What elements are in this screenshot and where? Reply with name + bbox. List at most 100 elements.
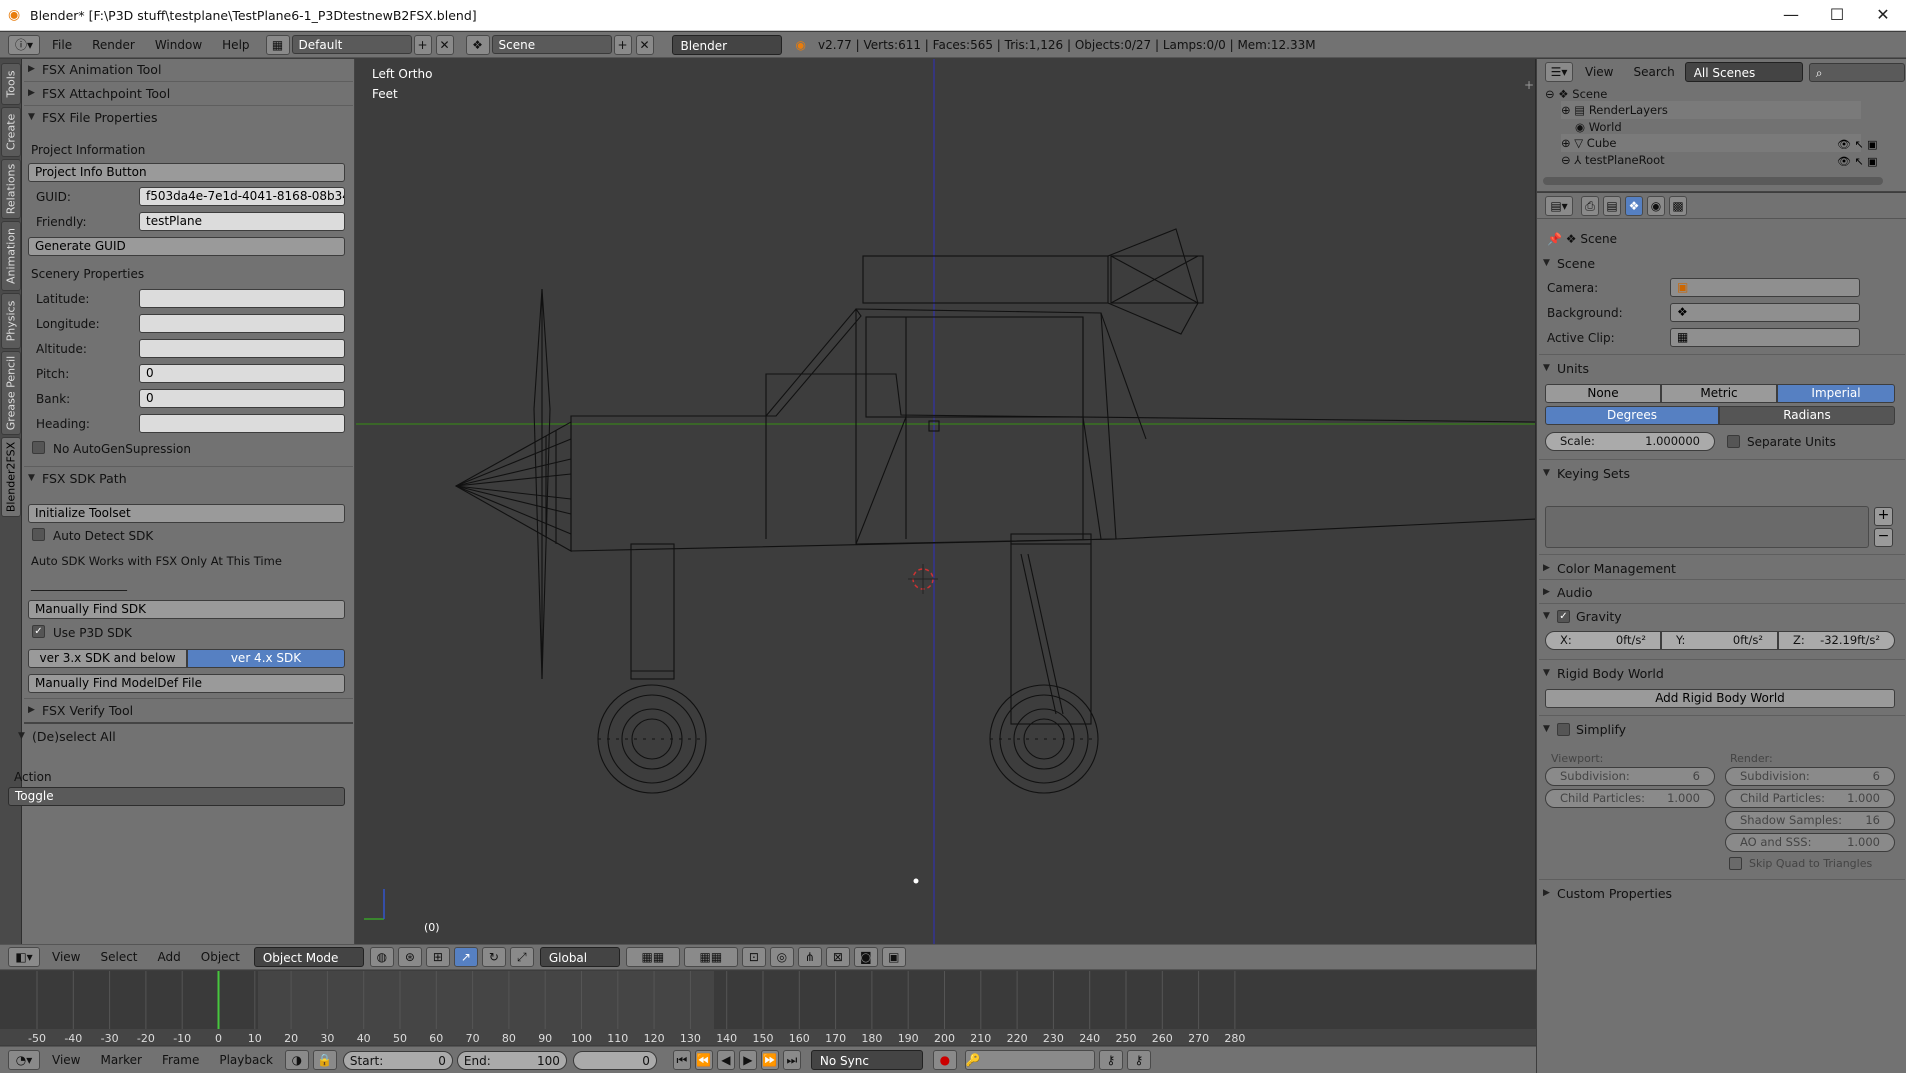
render-engine-dropdown[interactable]: Blender Render [671,34,782,73]
shadow-samples-field[interactable]: Shadow Samples: 16 [1725,811,1895,830]
remove-keying-set-button[interactable]: − [1874,528,1893,547]
menu-view-outliner[interactable]: View [1575,65,1623,79]
gravity-checkbox[interactable]: ✓ [1557,609,1570,623]
timeline[interactable]: -50 -40 -30 -20 -10 0 10 20 30 40 50 60 70 80 90 100 110… [0,971,1536,1045]
add-keying-set-button[interactable]: + [1874,507,1893,526]
layers-grid-b-icon[interactable]: ▦▦ [683,947,738,967]
preview-range-icon[interactable]: ◑ [284,1050,309,1070]
play-icon[interactable]: ▶ [738,1050,757,1070]
editor-type-info-icon[interactable]: ⓘ▾ [8,34,40,55]
add-scene-icon[interactable]: + [613,34,632,55]
tab-grease-pencil[interactable]: Grease Pencil [1,351,21,435]
snap-target-icon[interactable]: ⊠ [825,947,850,967]
camera-field[interactable]: ▣ [1670,278,1860,297]
pin-icon[interactable]: 📌 [1547,232,1562,246]
panel-fsx-verify-tool[interactable]: ▶ FSX Verify Tool [28,700,133,720]
orientation-dropdown[interactable]: Global [539,947,620,967]
manually-find-modeldef-button[interactable]: Manually Find ModelDef File [28,674,345,693]
skip-quad-checkbox[interactable] [1729,857,1742,870]
editor-type-outliner-icon[interactable]: ☰▾ [1545,62,1573,82]
unit-metric-toggle[interactable]: Metric [1661,384,1777,403]
menu-marker[interactable]: Marker [90,1053,151,1067]
display-mode-dropdown[interactable]: All Scenes [1684,62,1803,82]
longitude-field[interactable] [139,314,345,333]
bank-field[interactable]: 0 [139,389,345,408]
degrees-toggle[interactable]: Degrees [1545,406,1719,425]
3d-viewport[interactable]: Left Ortho Feet (0) + [356,59,1536,944]
lock-icon[interactable]: 🔒 [312,1050,337,1070]
menu-view[interactable]: View [42,950,90,964]
start-frame-field[interactable]: Start: 0 [342,1050,453,1070]
close-button[interactable]: ✕ [1860,0,1906,31]
add-layout-icon[interactable]: + [413,34,432,55]
no-autogen-checkbox[interactable] [32,441,45,454]
sdk-ver4-toggle[interactable]: ver 4.x SDK [187,649,345,668]
render-opengl-icon[interactable]: ◙ [853,947,878,967]
end-frame-field[interactable]: End: 100 [456,1050,567,1070]
gravity-y-field[interactable]: Y: 0ft/s² [1661,631,1778,650]
guid-field[interactable]: f503da4e-7e1d-4041-8168-08b340f... [139,187,345,206]
jump-keyframe-forward-icon[interactable]: ⏩ [760,1050,779,1070]
jump-keyframe-back-icon[interactable]: ⏪ [694,1050,713,1070]
editor-type-timeline-icon[interactable]: ◔▾ [8,1050,40,1070]
snap-icon[interactable]: ⋔ [797,947,822,967]
altitude-field[interactable] [139,339,345,358]
texture-tab-icon[interactable]: ▩ [1669,195,1687,216]
play-reverse-icon[interactable]: ◀ [716,1050,735,1070]
pivot-point-icon[interactable]: ⊛ [397,947,422,967]
outliner-row-renderlayers[interactable]: ⊕ ▤ RenderLayers [1561,101,1861,119]
render-tab-icon[interactable]: ⎙ [1581,195,1599,216]
delete-keyframe-icon[interactable]: ⚷ [1126,1050,1151,1070]
panel-scene[interactable]: ▼ Scene [1543,253,1595,273]
scene-field[interactable]: Scene [491,35,612,54]
menu-search[interactable]: Search [1623,65,1684,79]
tab-animation[interactable]: Animation [1,221,21,291]
use-p3d-sdk-checkbox[interactable]: ✓ [32,625,45,638]
active-clip-field[interactable]: ▦ [1670,328,1860,347]
tab-tools[interactable]: Tools [1,63,21,105]
visibility-eye-icon[interactable]: 👁 ↖ ▣ [1837,138,1878,151]
action-dropdown[interactable]: Toggle [8,787,345,806]
render-child-particles-field[interactable]: Child Particles: 1.000 [1725,789,1895,808]
panel-rigid-body-world[interactable]: ▼ Rigid Body World [1543,663,1664,683]
operator-deselect-all-panel[interactable]: ▼ (De)select All [18,726,116,746]
panel-fsx-attachpoint-tool[interactable]: ▶ FSX Attachpoint Tool [28,83,170,103]
viewport-child-particles-field[interactable]: Child Particles: 1.000 [1545,789,1715,808]
sdk-ver3-toggle[interactable]: ver 3.x SDK and below [28,649,187,668]
proportional-edit-icon[interactable]: ◎ [769,947,794,967]
insert-keyframe-icon[interactable]: ⚷ [1098,1050,1123,1070]
menu-window[interactable]: Window [145,38,212,52]
editor-type-properties-icon[interactable]: ▤▾ [1545,195,1573,216]
current-frame-field[interactable]: 0 [572,1050,657,1070]
world-tab-icon[interactable]: ◉ [1647,195,1665,216]
visibility-eye-icon[interactable]: 👁 ↖ ▣ [1837,155,1878,168]
unit-imperial-toggle[interactable]: Imperial [1777,384,1895,403]
panel-keying-sets[interactable]: ▼ Keying Sets [1543,463,1630,483]
viewport-shading-icon[interactable]: ◍ [369,947,394,967]
friendly-field[interactable]: testPlane [139,212,345,231]
scene-selector-icon[interactable]: ❖ [465,34,490,55]
gravity-z-field[interactable]: Z: -32.19ft/s² [1778,631,1895,650]
panel-custom-properties[interactable]: ▶ Custom Properties [1543,883,1672,903]
menu-file[interactable]: File [42,38,82,52]
render-anim-icon[interactable]: ▣ [881,947,906,967]
panel-color-management[interactable]: ▶ Color Management [1543,558,1676,578]
latitude-field[interactable] [139,289,345,308]
panel-fsx-file-properties[interactable]: ▼ FSX File Properties [28,107,158,127]
sync-dropdown[interactable]: No Sync [810,1050,923,1070]
tab-blender2fsx[interactable]: Blender2FSX [1,437,21,517]
tab-physics[interactable]: Physics [1,293,21,349]
translate-manipulator-icon[interactable]: ↗ [453,947,478,967]
maximize-button[interactable]: ☐ [1814,0,1860,31]
panel-gravity[interactable]: ▼ ✓ Gravity [1543,606,1622,626]
auto-detect-sdk-checkbox[interactable] [32,528,45,541]
manipulator-toggle-icon[interactable]: ⊞ [425,947,450,967]
keying-set-field[interactable]: 🔑 [964,1050,1095,1070]
simplify-checkbox[interactable] [1557,722,1570,736]
heading-field[interactable] [139,414,345,433]
remove-scene-icon[interactable]: ✕ [635,34,654,55]
renderlayers-tab-icon[interactable]: ▤ [1603,195,1621,216]
project-info-button[interactable]: Project Info Button [28,163,345,182]
ao-sss-field[interactable]: AO and SSS: 1.000 [1725,833,1895,852]
tab-relations[interactable]: Relations [1,159,21,219]
